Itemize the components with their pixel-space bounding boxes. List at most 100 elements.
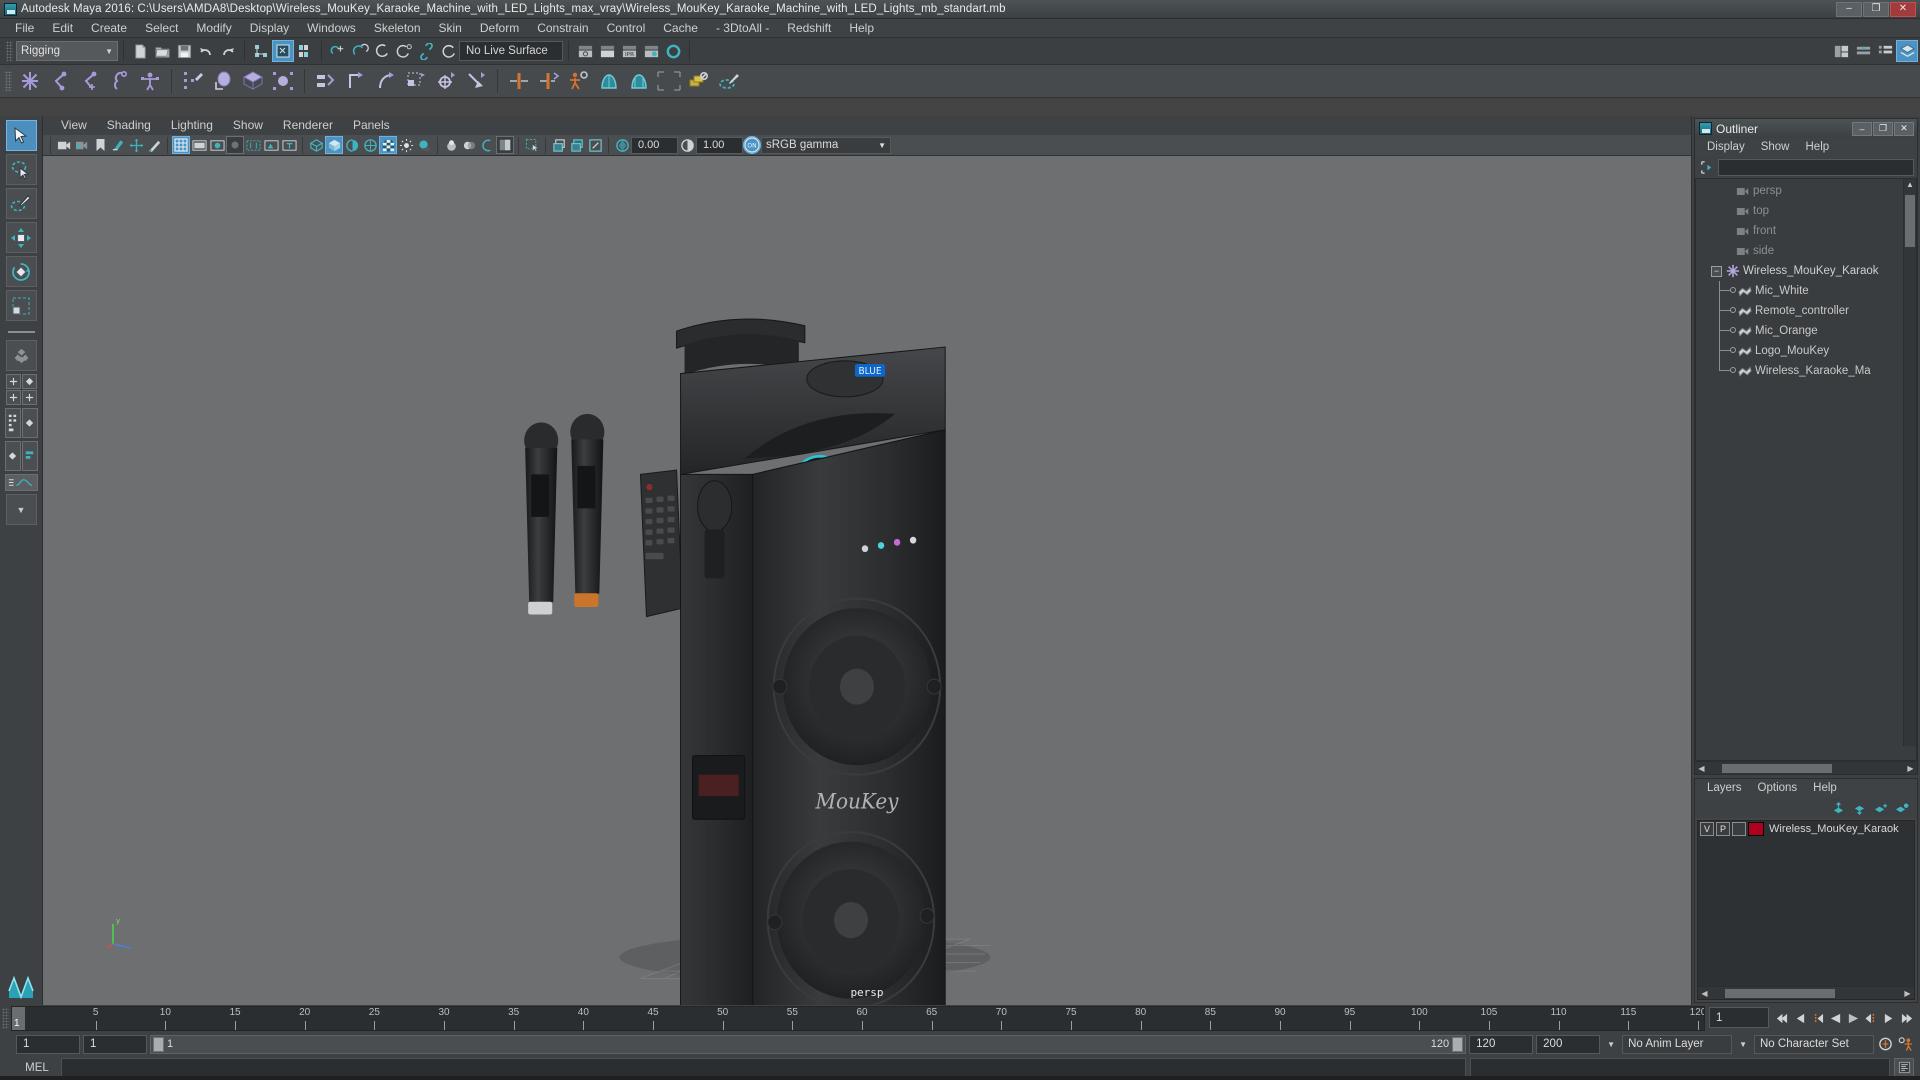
character-set-icon[interactable] [1897, 1034, 1914, 1054]
open-scene-icon[interactable] [151, 40, 173, 62]
duplicate-special-icon[interactable] [684, 67, 714, 96]
layout-persp-left-pane[interactable] [4, 441, 21, 471]
menu-edit[interactable]: Edit [43, 19, 82, 38]
menu-windows[interactable]: Windows [298, 19, 365, 38]
blend-shape-icon[interactable] [594, 67, 624, 96]
go-to-end-icon[interactable] [1899, 1009, 1916, 1029]
layers-menu-help[interactable]: Help [1805, 779, 1845, 798]
outliner-close-button[interactable]: ✕ [1894, 121, 1914, 136]
four-view-layout[interactable] [5, 374, 37, 405]
layer-visibility-toggle[interactable]: V [1700, 822, 1714, 836]
hik-character-icon[interactable] [564, 67, 594, 96]
live-surface-field[interactable]: No Live Surface [459, 41, 563, 61]
image-plane-icon[interactable] [109, 136, 127, 154]
bookmark-icon[interactable] [91, 136, 109, 154]
layout-cell-top-left[interactable] [5, 374, 21, 389]
lattice-deform-icon[interactable] [238, 67, 268, 96]
outliner-minimize-button[interactable]: – [1852, 121, 1872, 136]
animation-start-field[interactable]: 1 [83, 1034, 147, 1054]
current-time-indicator[interactable]: 1 [12, 1007, 25, 1030]
go-to-start-icon[interactable] [1773, 1009, 1790, 1029]
gamma-icon[interactable] [678, 136, 696, 154]
layer-row[interactable]: V P Wireless_MouKey_Karaok [1698, 821, 1914, 837]
menu-skin[interactable]: Skin [430, 19, 471, 38]
outliner-tree[interactable]: persp top front side − Wireless_MouKey_K… [1695, 178, 1917, 761]
isolate-select-icon[interactable] [523, 136, 541, 154]
menu-cache[interactable]: Cache [654, 19, 707, 38]
panel-menu-show[interactable]: Show [223, 116, 273, 135]
scroll-right-arrow-icon[interactable]: ▶ [1901, 989, 1914, 998]
outliner-persp-layout[interactable] [4, 408, 38, 438]
time-slider[interactable]: 1 5 10 15 20 25 30 35 40 45 50 55 60 65 70 75 80 85 90 95 1… [11, 1006, 1705, 1031]
xray-active-components-icon[interactable] [586, 136, 604, 154]
save-scene-icon[interactable] [173, 40, 195, 62]
snap-to-grid-icon[interactable] [327, 40, 349, 62]
render-current-frame-icon[interactable] [596, 40, 618, 62]
play-forwards-icon[interactable] [1845, 1009, 1862, 1029]
step-forward-frame-icon[interactable] [1863, 1009, 1880, 1029]
panel-menu-renderer[interactable]: Renderer [273, 116, 343, 135]
exposure-value-field[interactable]: 0.00 [631, 136, 678, 154]
chevron-down-icon[interactable]: ▼ [1735, 1040, 1751, 1049]
layer-playback-toggle[interactable]: P [1716, 822, 1730, 836]
textured-shading-icon[interactable] [361, 136, 379, 154]
step-back-frame-icon[interactable] [1809, 1009, 1826, 1029]
play-backwards-icon[interactable] [1827, 1009, 1844, 1029]
range-slider-right-handle[interactable] [1452, 1036, 1464, 1052]
select-by-hierarchy-icon[interactable] [250, 40, 272, 62]
maximize-button[interactable]: ❐ [1863, 1, 1889, 17]
point-constraint-icon[interactable] [341, 67, 371, 96]
outliner-item-mic-white[interactable]: Mic_White [1696, 281, 1916, 301]
panel-menu-view[interactable]: View [51, 116, 97, 135]
select-tool[interactable] [5, 120, 37, 151]
scroll-left-arrow-icon[interactable]: ◀ [1698, 989, 1711, 998]
color-management-toggle-icon[interactable]: ON [743, 136, 761, 154]
toolbar-grip[interactable] [6, 41, 13, 61]
close-button[interactable]: ✕ [1890, 1, 1916, 17]
scale-tool[interactable] [5, 290, 37, 321]
menu-modify[interactable]: Modify [187, 19, 240, 38]
menu-select[interactable]: Select [136, 19, 187, 38]
range-slider[interactable]: 1 120 [150, 1034, 1467, 1054]
outliner-item-wireless-karaoke-machine[interactable]: Wireless_Karaoke_Ma [1696, 361, 1916, 381]
outliner-menu-help[interactable]: Help [1798, 138, 1838, 157]
shelf-grip[interactable] [5, 71, 12, 91]
mirror-skin-weights-icon[interactable] [534, 67, 564, 96]
outliner-vertical-scrollbar[interactable]: ▲ [1903, 179, 1916, 746]
smooth-bind-icon[interactable] [208, 67, 238, 96]
menu-control[interactable]: Control [598, 19, 655, 38]
menu-constrain[interactable]: Constrain [528, 19, 597, 38]
rotate-tool[interactable] [5, 256, 37, 287]
search-field-icon[interactable] [1698, 159, 1715, 176]
layers-menu-options[interactable]: Options [1750, 779, 1806, 798]
select-by-component-icon[interactable] [294, 40, 316, 62]
layout-persp-pane[interactable] [21, 408, 38, 438]
gamma-value-field[interactable]: 1.00 [696, 136, 743, 154]
xray-joints-icon[interactable] [568, 136, 586, 154]
menu-3dtoall[interactable]: - 3DtoAll - [707, 19, 778, 38]
xray-icon[interactable] [550, 136, 568, 154]
layout-cell-top-right[interactable] [21, 374, 37, 389]
current-frame-field[interactable]: 1 [1709, 1007, 1769, 1028]
scroll-left-arrow-icon[interactable]: ◀ [1695, 764, 1708, 773]
scale-constraint-icon[interactable] [401, 67, 431, 96]
outliner-horizontal-scrollbar[interactable]: ◀ ▶ [1695, 761, 1917, 774]
checker-texture-icon[interactable] [379, 136, 397, 154]
snap-to-curve-icon[interactable] [349, 40, 371, 62]
menu-deform[interactable]: Deform [471, 19, 528, 38]
menu-redshift[interactable]: Redshift [778, 19, 840, 38]
insert-joint-icon[interactable] [105, 67, 135, 96]
chevron-down-icon[interactable]: ▼ [1603, 1040, 1619, 1049]
step-back-keyframe-icon[interactable] [1791, 1009, 1808, 1029]
paint-skin-weights-icon[interactable] [178, 67, 208, 96]
scrollbar-thumb[interactable] [1722, 763, 1832, 773]
color-profile-selector[interactable]: sRGB gamma ▼ [761, 136, 891, 154]
perspective-viewport[interactable]: BLUE MouKey y persp [43, 156, 1691, 1005]
layout-cell-bottom-right[interactable] [21, 390, 37, 405]
paint-weights-brush-icon[interactable] [714, 67, 744, 96]
resolution-gate-icon[interactable] [208, 136, 226, 154]
create-ik-handle-icon[interactable] [45, 67, 75, 96]
shadows-icon[interactable] [415, 136, 433, 154]
layer-color-swatch[interactable] [1748, 822, 1764, 836]
aim-constraint-icon[interactable] [431, 67, 461, 96]
